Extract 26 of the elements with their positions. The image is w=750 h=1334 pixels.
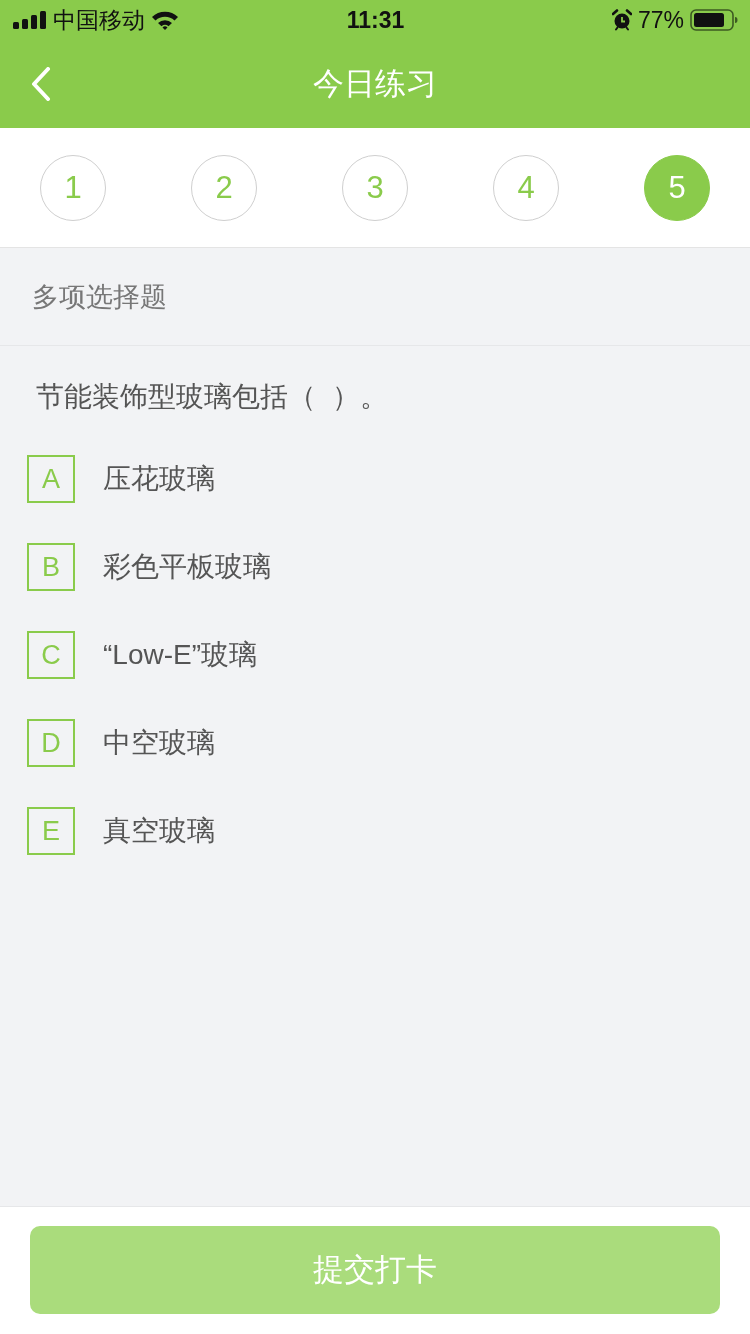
question-number-tab[interactable]: 3	[342, 154, 408, 221]
alarm-clock-icon	[611, 9, 632, 31]
option-checkbox[interactable]: A	[27, 455, 75, 503]
question-type-label: 多项选择题	[32, 280, 167, 314]
signal-icon	[13, 11, 47, 29]
question-text: 节能装饰型玻璃包括（ ）。	[36, 380, 389, 414]
battery-icon	[690, 9, 738, 31]
option-checkbox[interactable]: B	[27, 543, 75, 591]
back-icon	[31, 67, 51, 101]
option-label[interactable]: 压花玻璃	[103, 461, 215, 497]
option-label[interactable]: 中空玻璃	[103, 725, 215, 761]
battery-percent: 77%	[637, 6, 684, 34]
option-label[interactable]: “Low-E”玻璃	[103, 637, 257, 673]
wifi-icon	[151, 10, 179, 30]
option-checkbox[interactable]: D	[27, 719, 75, 767]
question-number-tab[interactable]: 5	[644, 154, 710, 221]
carrier-name: 中国移动	[53, 6, 145, 34]
option-checkbox[interactable]: C	[27, 631, 75, 679]
question-number-tab[interactable]: 2	[191, 154, 257, 221]
status-time: 11:31	[346, 6, 405, 34]
question-number-tab[interactable]: 1	[40, 154, 106, 221]
option-label[interactable]: 彩色平板玻璃	[103, 549, 271, 585]
page-title: 今日练习	[313, 65, 437, 103]
question-number-tab[interactable]: 4	[493, 154, 559, 221]
option-checkbox[interactable]: E	[27, 807, 75, 855]
option-label[interactable]: 真空玻璃	[103, 813, 215, 849]
